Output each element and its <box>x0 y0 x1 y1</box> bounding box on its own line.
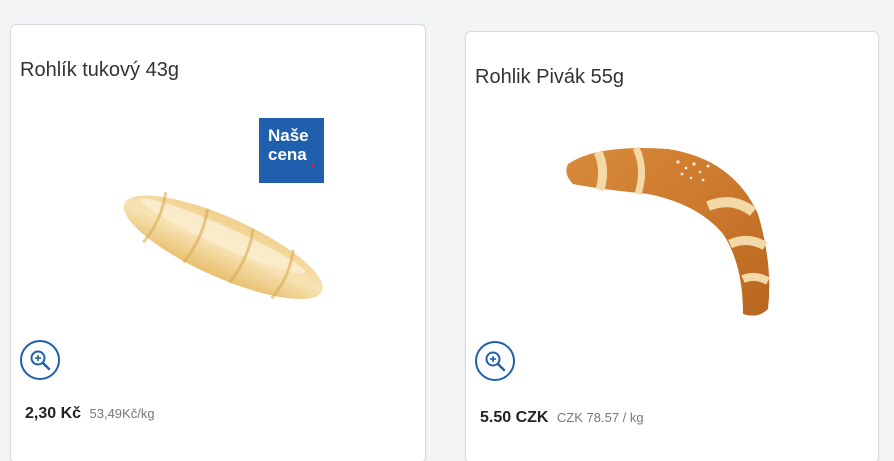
price: 5.50 CZK <box>480 409 549 426</box>
product-grid: Rohlík tukový 43g Naše cena 2,30 Kč 53,4… <box>0 0 894 461</box>
price: 2,30 Kč <box>25 405 82 422</box>
product-title[interactable]: Rohlík tukový 43g <box>20 59 179 82</box>
product-card[interactable]: Rohlík tukový 43g Naše cena 2,30 Kč 53,4… <box>10 24 426 461</box>
zoom-in-icon <box>485 351 506 372</box>
zoom-in-icon <box>30 350 51 371</box>
badge-dot <box>311 164 314 167</box>
unit-price: 53,49Kč/kg <box>89 406 155 421</box>
nase-cena-badge: Naše cena <box>259 118 324 183</box>
price-row: 2,30 Kč 53,49Kč/kg <box>25 405 155 423</box>
badge-line-1: Naše <box>268 126 309 145</box>
price-row: 5.50 CZK CZK 78.57 / kg <box>480 409 644 427</box>
unit-price: CZK 78.57 / kg <box>556 410 644 425</box>
product-card[interactable]: Rohlik Pivák 55g 5.50 CZK CZK 78.57 / kg <box>465 31 879 461</box>
badge-line-2: cena <box>268 145 307 164</box>
zoom-button[interactable] <box>20 340 60 380</box>
product-title[interactable]: Rohlik Pivák 55g <box>475 66 624 89</box>
zoom-button[interactable] <box>475 341 515 381</box>
product-image-rohlik[interactable] <box>107 175 337 325</box>
product-image-croissant[interactable] <box>558 124 788 334</box>
